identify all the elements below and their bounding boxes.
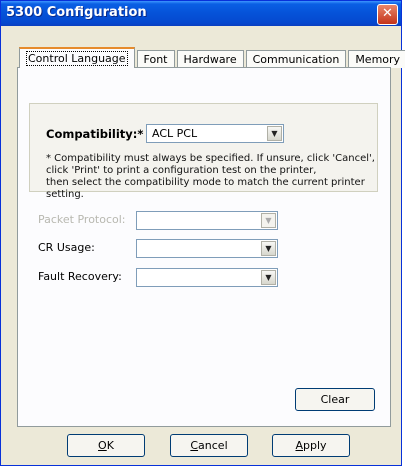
- cancel-button[interactable]: Cancel: [170, 434, 248, 457]
- configuration-dialog: 5300 Configuration ✕ Control Language Fo…: [0, 0, 405, 466]
- window-title: 5300 Configuration: [6, 5, 147, 20]
- compatibility-group: Compatibility:* ACL PCL ▼ * Compatibilit…: [29, 103, 378, 200]
- cr-usage-select[interactable]: ▼: [136, 239, 278, 258]
- close-icon: ✕: [382, 6, 393, 21]
- compatibility-value: ACL PCL: [152, 127, 198, 140]
- tab-hardware[interactable]: Hardware: [176, 50, 244, 68]
- tab-communication[interactable]: Communication: [245, 50, 347, 68]
- tab-control-language[interactable]: Control Language: [19, 47, 135, 68]
- fault-recovery-label: Fault Recovery:: [38, 270, 122, 283]
- apply-button[interactable]: Apply: [272, 434, 350, 457]
- tab-memory[interactable]: Memory: [348, 50, 405, 68]
- close-button[interactable]: ✕: [377, 4, 398, 25]
- compatibility-select[interactable]: ACL PCL ▼: [146, 124, 284, 143]
- packet-protocol-label: Packet Protocol:: [38, 213, 126, 226]
- chevron-down-icon[interactable]: ▼: [267, 126, 282, 141]
- tab-panel-control-language: Compatibility:* ACL PCL ▼ * Compatibilit…: [17, 67, 391, 427]
- clear-button[interactable]: Clear: [295, 388, 375, 411]
- tab-font[interactable]: Font: [136, 50, 175, 68]
- chevron-down-icon[interactable]: ▼: [261, 270, 276, 285]
- ok-button[interactable]: OK: [67, 434, 145, 457]
- fault-recovery-select[interactable]: ▼: [136, 268, 278, 287]
- packet-protocol-select[interactable]: ▼: [136, 211, 278, 230]
- title-bar[interactable]: 5300 Configuration ✕: [1, 1, 401, 26]
- compatibility-note: * Compatibility must always be specified…: [46, 153, 375, 200]
- tab-strip: Control Language Font Hardware Communica…: [19, 47, 405, 68]
- compatibility-label: Compatibility:*: [46, 127, 144, 141]
- cr-usage-label: CR Usage:: [38, 241, 95, 254]
- chevron-down-icon[interactable]: ▼: [261, 213, 276, 228]
- chevron-down-icon[interactable]: ▼: [261, 241, 276, 256]
